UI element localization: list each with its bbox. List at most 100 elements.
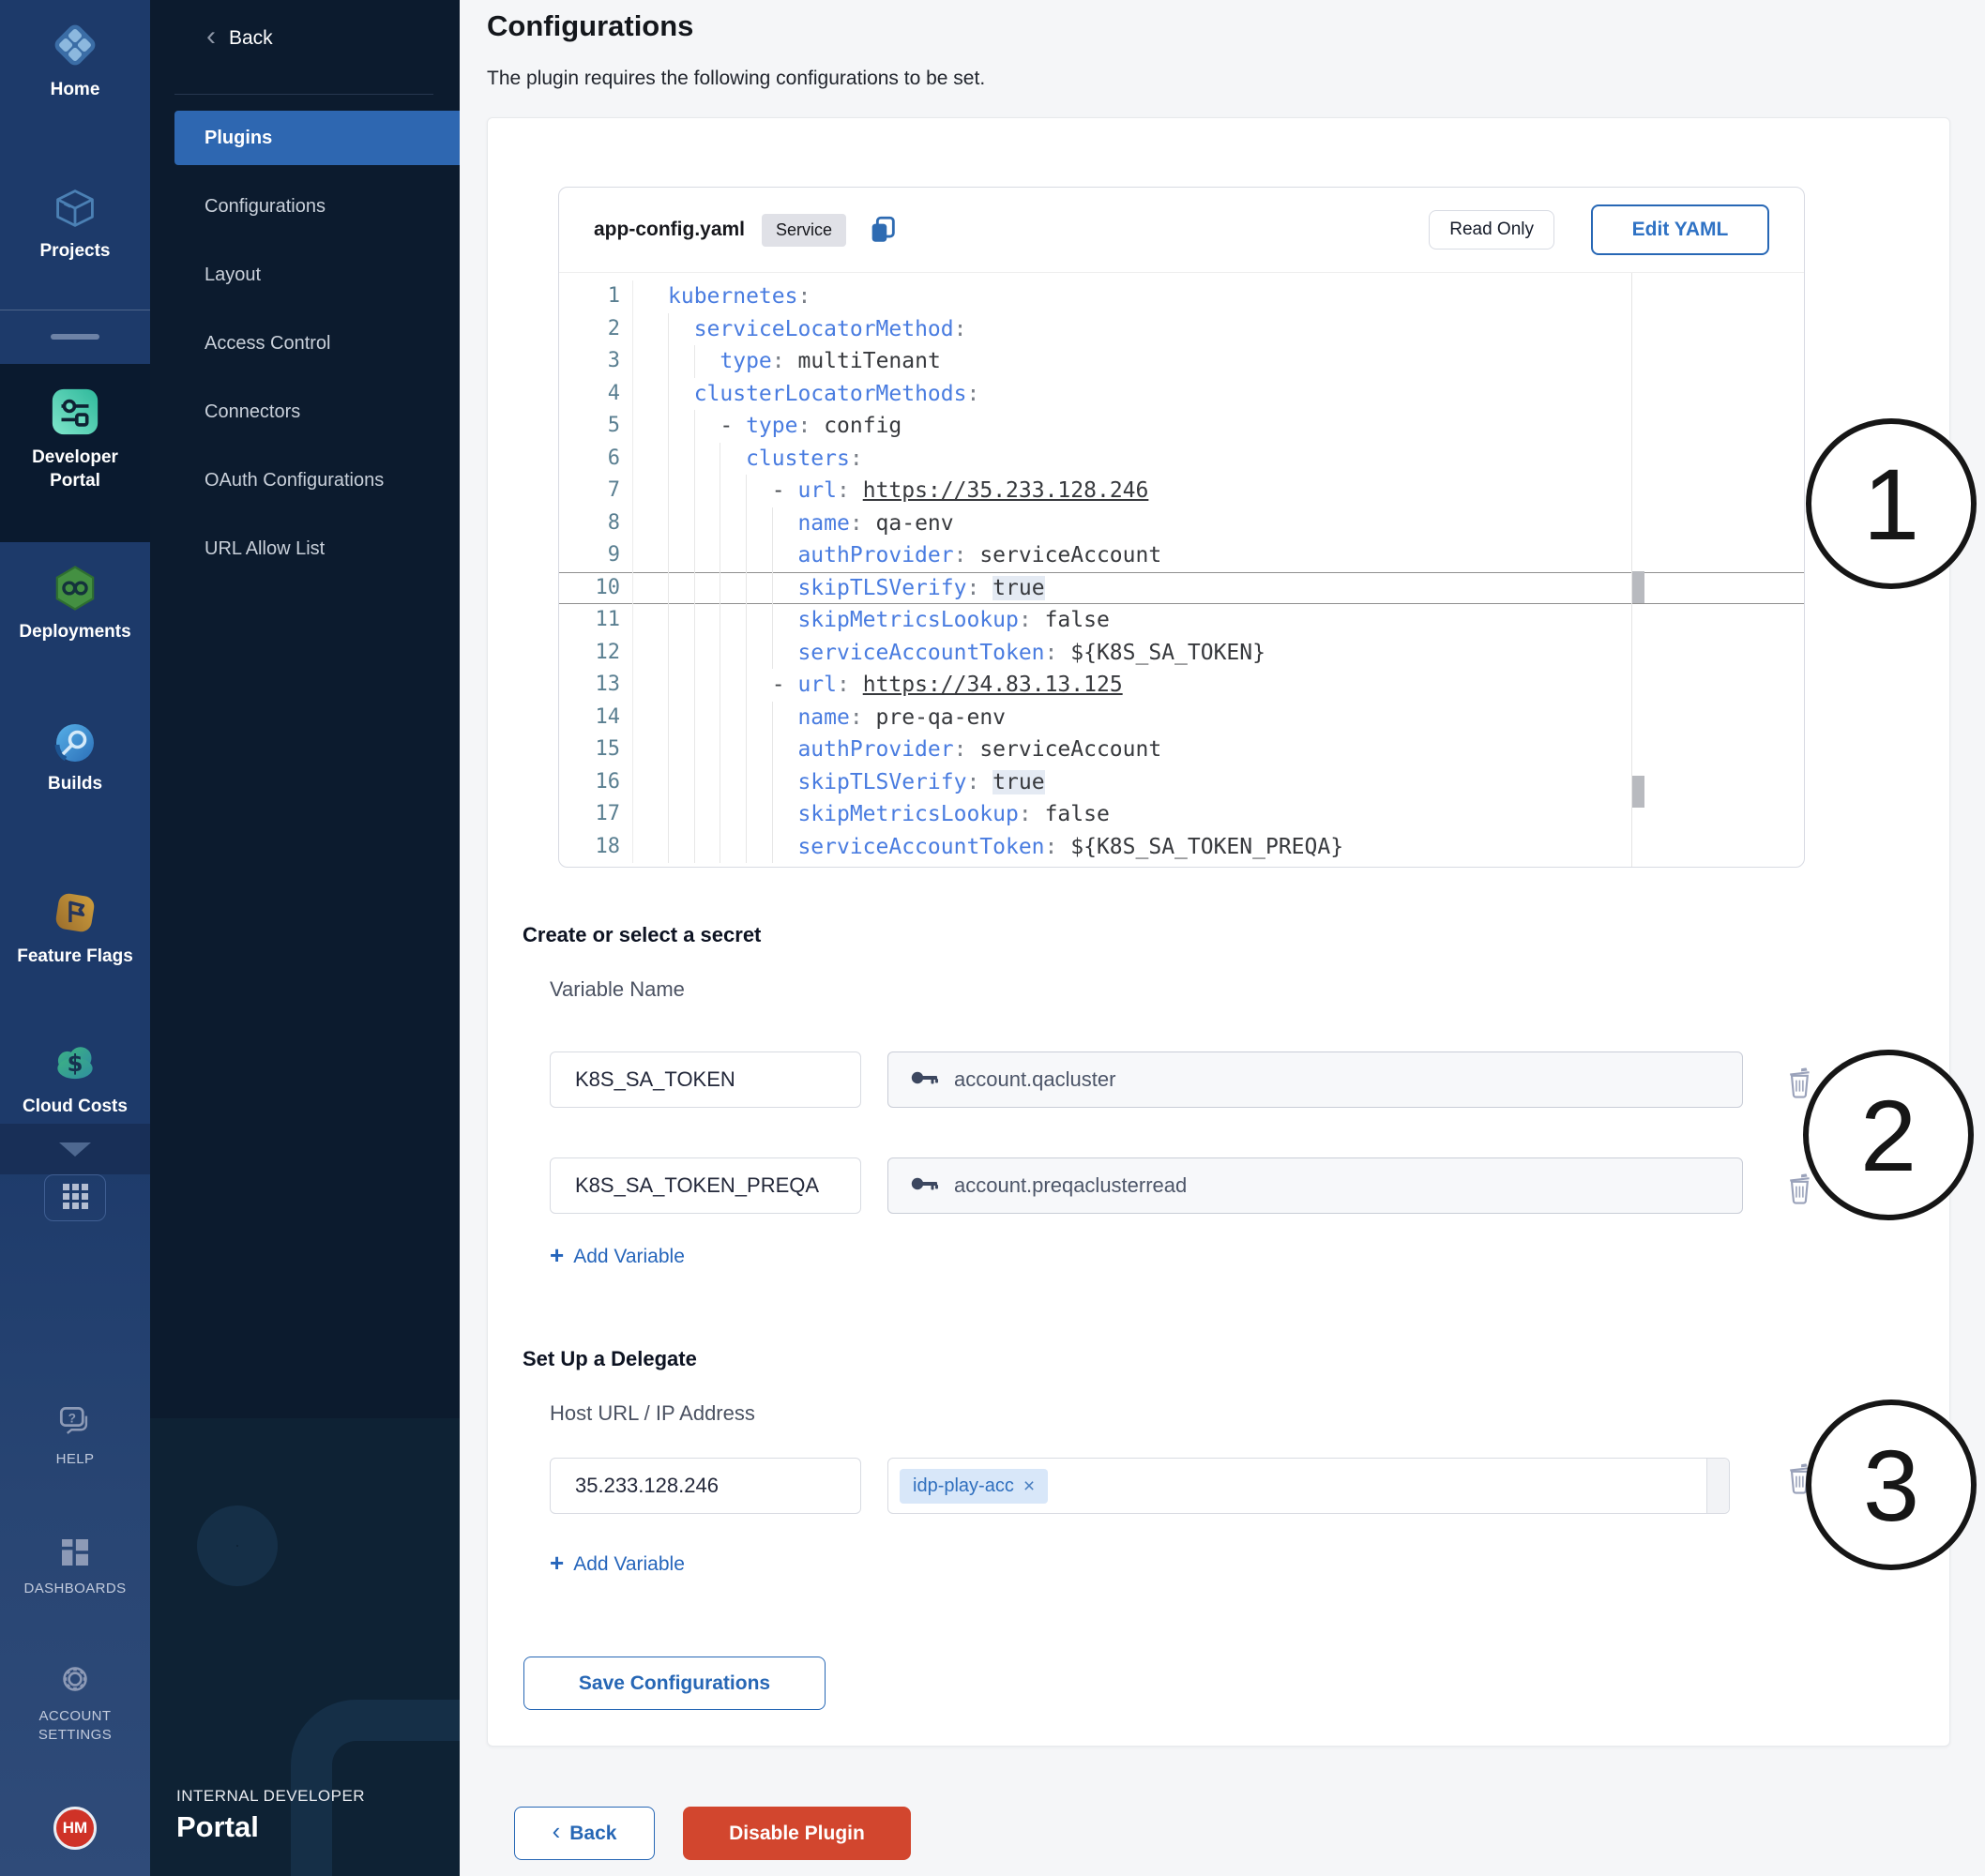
rail-collapse-handle[interactable] xyxy=(51,334,99,340)
line-number: 17 xyxy=(559,798,633,831)
rail-item-label: Projects xyxy=(35,240,116,264)
rail-item-label: Developer Portal xyxy=(0,446,150,492)
rail-item-label: Home xyxy=(45,79,106,102)
plugin-sidenav: ‹ Back Plugins Configurations Layout Access… xyxy=(150,0,460,1876)
add-variable-link[interactable]: + Add Variable xyxy=(550,1244,685,1270)
sidenav-item-configurations[interactable]: Configurations xyxy=(174,179,460,234)
rail-item-projects[interactable]: Projects xyxy=(0,184,150,264)
svg-text:?: ? xyxy=(68,1411,76,1425)
rail-item-label: Feature Flags xyxy=(11,946,139,969)
code-line-18: 18serviceAccountToken: ${K8S_SA_TOKEN_PR… xyxy=(559,831,1804,864)
dashboards-icon xyxy=(55,1533,95,1572)
code-line-7: 7- url: https://35.233.128.246 xyxy=(559,475,1804,507)
disable-plugin-button[interactable]: Disable Plugin xyxy=(683,1807,911,1860)
code-line-12: 12serviceAccountToken: ${K8S_SA_TOKEN} xyxy=(559,637,1804,670)
code-line-16: 16skipTLSVerify: true xyxy=(559,766,1804,799)
page-subtitle: The plugin requires the following config… xyxy=(487,68,985,90)
key-icon xyxy=(911,1176,939,1196)
delegate-section-heading: Set Up a Delegate xyxy=(523,1347,697,1371)
add-variable-link[interactable]: + Add Variable xyxy=(550,1551,685,1578)
add-variable-label: Add Variable xyxy=(573,1553,685,1576)
rail-item-cloud-costs[interactable]: $ Cloud Costs xyxy=(0,1036,150,1119)
page-title: Configurations xyxy=(487,9,693,43)
delegate-tag-label: idp-play-acc xyxy=(913,1475,1014,1497)
rail-item-help[interactable]: ? HELP xyxy=(0,1401,150,1469)
app-window: Home Projects Developer Portal Deploymen… xyxy=(0,0,1985,1876)
sidenav-item-layout[interactable]: Layout xyxy=(174,248,460,302)
back-button-label: Back xyxy=(569,1823,616,1845)
delegate-tag[interactable]: idp-play-acc × xyxy=(900,1469,1048,1504)
rail-item-label: Builds xyxy=(42,773,108,796)
rail-item-account-settings[interactable]: ACCOUNT SETTINGS xyxy=(0,1658,150,1744)
code-line-14: 14name: pre-qa-env xyxy=(559,702,1804,734)
yaml-filename: app-config.yaml xyxy=(594,219,745,241)
line-number: 5 xyxy=(559,410,633,443)
code-line-3: 3type: multiTenant xyxy=(559,345,1804,378)
footer-title: Portal xyxy=(176,1810,259,1844)
plus-icon: + xyxy=(550,1241,564,1270)
back-button[interactable]: ‹ Back xyxy=(514,1807,655,1860)
line-number: 9 xyxy=(559,539,633,572)
delete-variable-icon[interactable] xyxy=(1786,1172,1814,1210)
line-number: 12 xyxy=(559,637,633,670)
rail-item-home[interactable]: Home xyxy=(0,19,150,102)
scrollbar-mark[interactable] xyxy=(1632,776,1644,808)
sidenav-item-url-allow-list[interactable]: URL Allow List xyxy=(174,522,460,576)
code-line-10: 10skipTLSVerify: true xyxy=(559,572,1804,605)
scrollbar-mark[interactable] xyxy=(1632,571,1644,603)
field-end-cap xyxy=(1706,1459,1729,1513)
back-link[interactable]: ‹ Back xyxy=(206,26,273,51)
secret-selector[interactable]: account.qacluster xyxy=(887,1051,1743,1108)
sidenav-item-oauth-configurations[interactable]: OAuth Configurations xyxy=(174,453,460,507)
line-number: 6 xyxy=(559,443,633,476)
yaml-header: app-config.yaml Service Read Only Edit Y… xyxy=(559,188,1804,272)
chevron-left-icon: ‹ xyxy=(553,1817,561,1846)
rail-item-deployments[interactable]: Deployments xyxy=(0,563,150,644)
module-rail: Home Projects Developer Portal Deploymen… xyxy=(0,0,150,1876)
delegate-selector[interactable]: idp-play-acc × xyxy=(887,1458,1730,1514)
key-icon xyxy=(911,1070,939,1090)
sidenav-item-connectors[interactable]: Connectors xyxy=(174,385,460,439)
line-number: 4 xyxy=(559,378,633,411)
home-icon xyxy=(49,19,101,71)
rail-item-developer-portal[interactable]: Developer Portal xyxy=(0,385,150,492)
sidenav-item-access-control[interactable]: Access Control xyxy=(174,316,460,371)
code-line-13: 13- url: https://34.83.13.125 xyxy=(559,669,1804,702)
secret-variable-row: account.preqaclusterread xyxy=(550,1157,1743,1214)
annotation-circle-2: 2 xyxy=(1803,1050,1974,1220)
code-line-11: 11skipMetricsLookup: false xyxy=(559,604,1804,637)
save-configurations-button[interactable]: Save Configurations xyxy=(523,1657,826,1710)
read-only-pill: Read Only xyxy=(1429,210,1554,250)
secret-name: account.qacluster xyxy=(954,1067,1115,1092)
module-picker-button[interactable] xyxy=(44,1174,106,1221)
sidenav-divider xyxy=(174,94,433,95)
cloud-costs-icon: $ xyxy=(49,1036,101,1088)
rail-item-label: ACCOUNT SETTINGS xyxy=(0,1707,150,1744)
avatar[interactable]: HM xyxy=(53,1807,97,1850)
line-number: 15 xyxy=(559,734,633,766)
remove-tag-icon[interactable]: × xyxy=(1023,1476,1035,1496)
edit-yaml-button[interactable]: Edit YAML xyxy=(1591,204,1769,255)
code-line-1: 1kubernetes: xyxy=(559,280,1804,313)
add-variable-label: Add Variable xyxy=(573,1246,685,1268)
rail-item-feature-flags[interactable]: Feature Flags xyxy=(0,887,150,969)
copy-icon[interactable] xyxy=(867,214,899,246)
secret-selector[interactable]: account.preqaclusterread xyxy=(887,1157,1743,1214)
sidenav-item-plugins[interactable]: Plugins xyxy=(174,111,460,165)
line-number: 10 xyxy=(559,572,633,605)
host-url-input[interactable] xyxy=(550,1458,861,1514)
rail-item-builds[interactable]: Builds xyxy=(0,720,150,796)
main-content: Configurations The plugin requires the f… xyxy=(460,0,1985,1876)
variable-name-input[interactable] xyxy=(550,1051,861,1108)
line-number: 14 xyxy=(559,702,633,734)
rail-item-label: HELP xyxy=(51,1450,100,1469)
modules-expander[interactable] xyxy=(0,1124,150,1174)
variable-name-input[interactable] xyxy=(550,1157,861,1214)
rail-item-dashboards[interactable]: DASHBOARDS xyxy=(0,1533,150,1598)
line-number: 13 xyxy=(559,669,633,702)
yaml-code[interactable]: 1kubernetes:2serviceLocatorMethod:3type:… xyxy=(559,272,1804,867)
service-badge: Service xyxy=(762,214,846,247)
delegate-row: idp-play-acc × xyxy=(550,1458,1730,1514)
code-line-9: 9authProvider: serviceAccount xyxy=(559,539,1804,572)
code-line-8: 8name: qa-env xyxy=(559,507,1804,540)
